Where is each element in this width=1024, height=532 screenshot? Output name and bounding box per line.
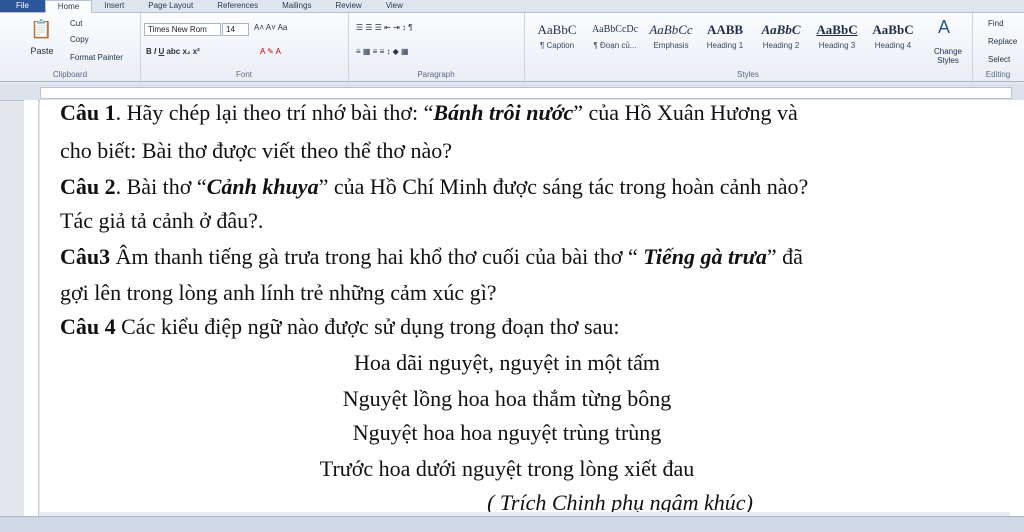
paragraph-label: Paragraph [417,70,455,79]
change-styles-icon: A [938,17,951,37]
align-buttons[interactable]: ≡ ▦ ≡ ≡ ↕ ◆ ▦ [356,47,409,56]
copy-button[interactable]: Copy [70,35,89,44]
question-4-line: Câu 4 Các kiểu điệp ngữ nào được sử dụng… [60,314,620,339]
poem-line-4: Trước hoa dưới nguyệt trong lòng xiết đa… [319,456,695,481]
tab-insert[interactable]: Insert [92,0,136,12]
tab-mailings[interactable]: Mailings [270,0,323,12]
font-size-box[interactable]: 14 [222,23,249,36]
style-heading-1[interactable]: AABB Heading 1 [696,19,754,65]
document-page[interactable]: Câu 1. Hãy chép lại theo trí nhớ bài thơ… [40,100,1024,516]
poem-line-3: Nguyệt hoa hoa nguyệt trùng trùng [352,420,662,445]
editing-label: Editing [985,70,1011,79]
tab-review[interactable]: Review [323,0,373,12]
select-button[interactable]: Select [988,55,1010,64]
font-label: Font [235,70,252,79]
list-buttons[interactable]: ☰ ☰ ☰ ⇤ ⇥ ↕ ¶ [356,23,413,32]
style-heading-2[interactable]: AaBbC Heading 2 [752,19,810,65]
poem-line-1: Hoa dãi nguyệt, nguyệt in một tấm [353,350,661,375]
cut-button[interactable]: Cut [70,19,82,28]
font-color-buttons[interactable]: A ✎ A [260,47,281,56]
paragraph-group: ☰ ☰ ☰ ⇤ ⇥ ↕ ¶ ≡ ▦ ≡ ≡ ↕ ◆ ▦ Paragraph [348,13,525,81]
style-doan-cu[interactable]: AaBbCcDc ¶ Đoạn củ... [586,19,644,65]
paste-icon: 📋 [30,19,53,39]
question-1-line-1: Câu 1. Hãy chép lại theo trí nhớ bài thơ… [60,100,798,125]
tab-page-layout[interactable]: Page Layout [136,0,205,12]
tab-home[interactable]: Home [44,0,93,13]
style-heading-4[interactable]: AaBbC Heading 4 [864,19,922,65]
font-name-box[interactable]: Times New Rom [144,23,221,36]
status-bar [0,516,1024,532]
font-group: Times New Rom 14 A˄ A˅ Aa B I U abc x₂ x… [140,13,349,81]
styles-group: AaBbC ¶ Caption AaBbCcDc ¶ Đoạn củ... AaBb… [524,13,973,81]
font-format-buttons[interactable]: B I U abc x₂ x² [146,47,200,56]
question-3-line-1: Câu3 Âm thanh tiếng gà trưa trong hai kh… [60,244,803,269]
question-2-line-1: Câu 2. Bài thơ “Cảnh khuya” của Hồ Chí M… [60,174,809,199]
vertical-ruler[interactable] [24,100,39,516]
clipboard-group: 📋 Paste Cut Copy Format Painter Clipboar… [0,13,141,81]
styles-label: Styles [737,70,759,79]
grow-shrink-font[interactable]: A˄ A˅ Aa [254,23,287,32]
ruler-track [40,87,1012,99]
style-heading-3[interactable]: AaBbC Heading 3 [808,19,866,65]
format-painter-button[interactable]: Format Painter [70,53,123,62]
change-styles-button[interactable]: Change Styles [928,47,968,65]
question-2-line-2: Tác giả tả cảnh ở đâu?. [60,208,264,233]
poem-line-2: Nguyệt lồng hoa hoa thắm từng bông [342,386,672,411]
tab-file[interactable]: File [0,0,45,12]
replace-button[interactable]: Replace [988,37,1017,46]
tab-view[interactable]: View [374,0,415,12]
find-button[interactable]: Find [988,19,1004,28]
tab-references[interactable]: References [205,0,270,12]
editing-group: Find Replace Select Editing [972,13,1024,81]
paste-button[interactable]: Paste [24,45,60,57]
clipboard-label: Clipboard [52,70,88,79]
question-3-line-2: gợi lên trong lòng anh lính trẻ những cả… [60,280,497,305]
ribbon: 📋 Paste Cut Copy Format Painter Clipboar… [0,13,1024,82]
style-emphasis[interactable]: AaBbCc Emphasis [642,19,700,65]
ribbon-tabs: File Home Insert Page Layout References … [0,0,1024,13]
question-1-line-2: cho biết: Bài thơ được viết theo thể thơ… [60,138,453,163]
style-caption[interactable]: AaBbC ¶ Caption [528,19,586,65]
horizontal-ruler[interactable] [0,84,1024,101]
